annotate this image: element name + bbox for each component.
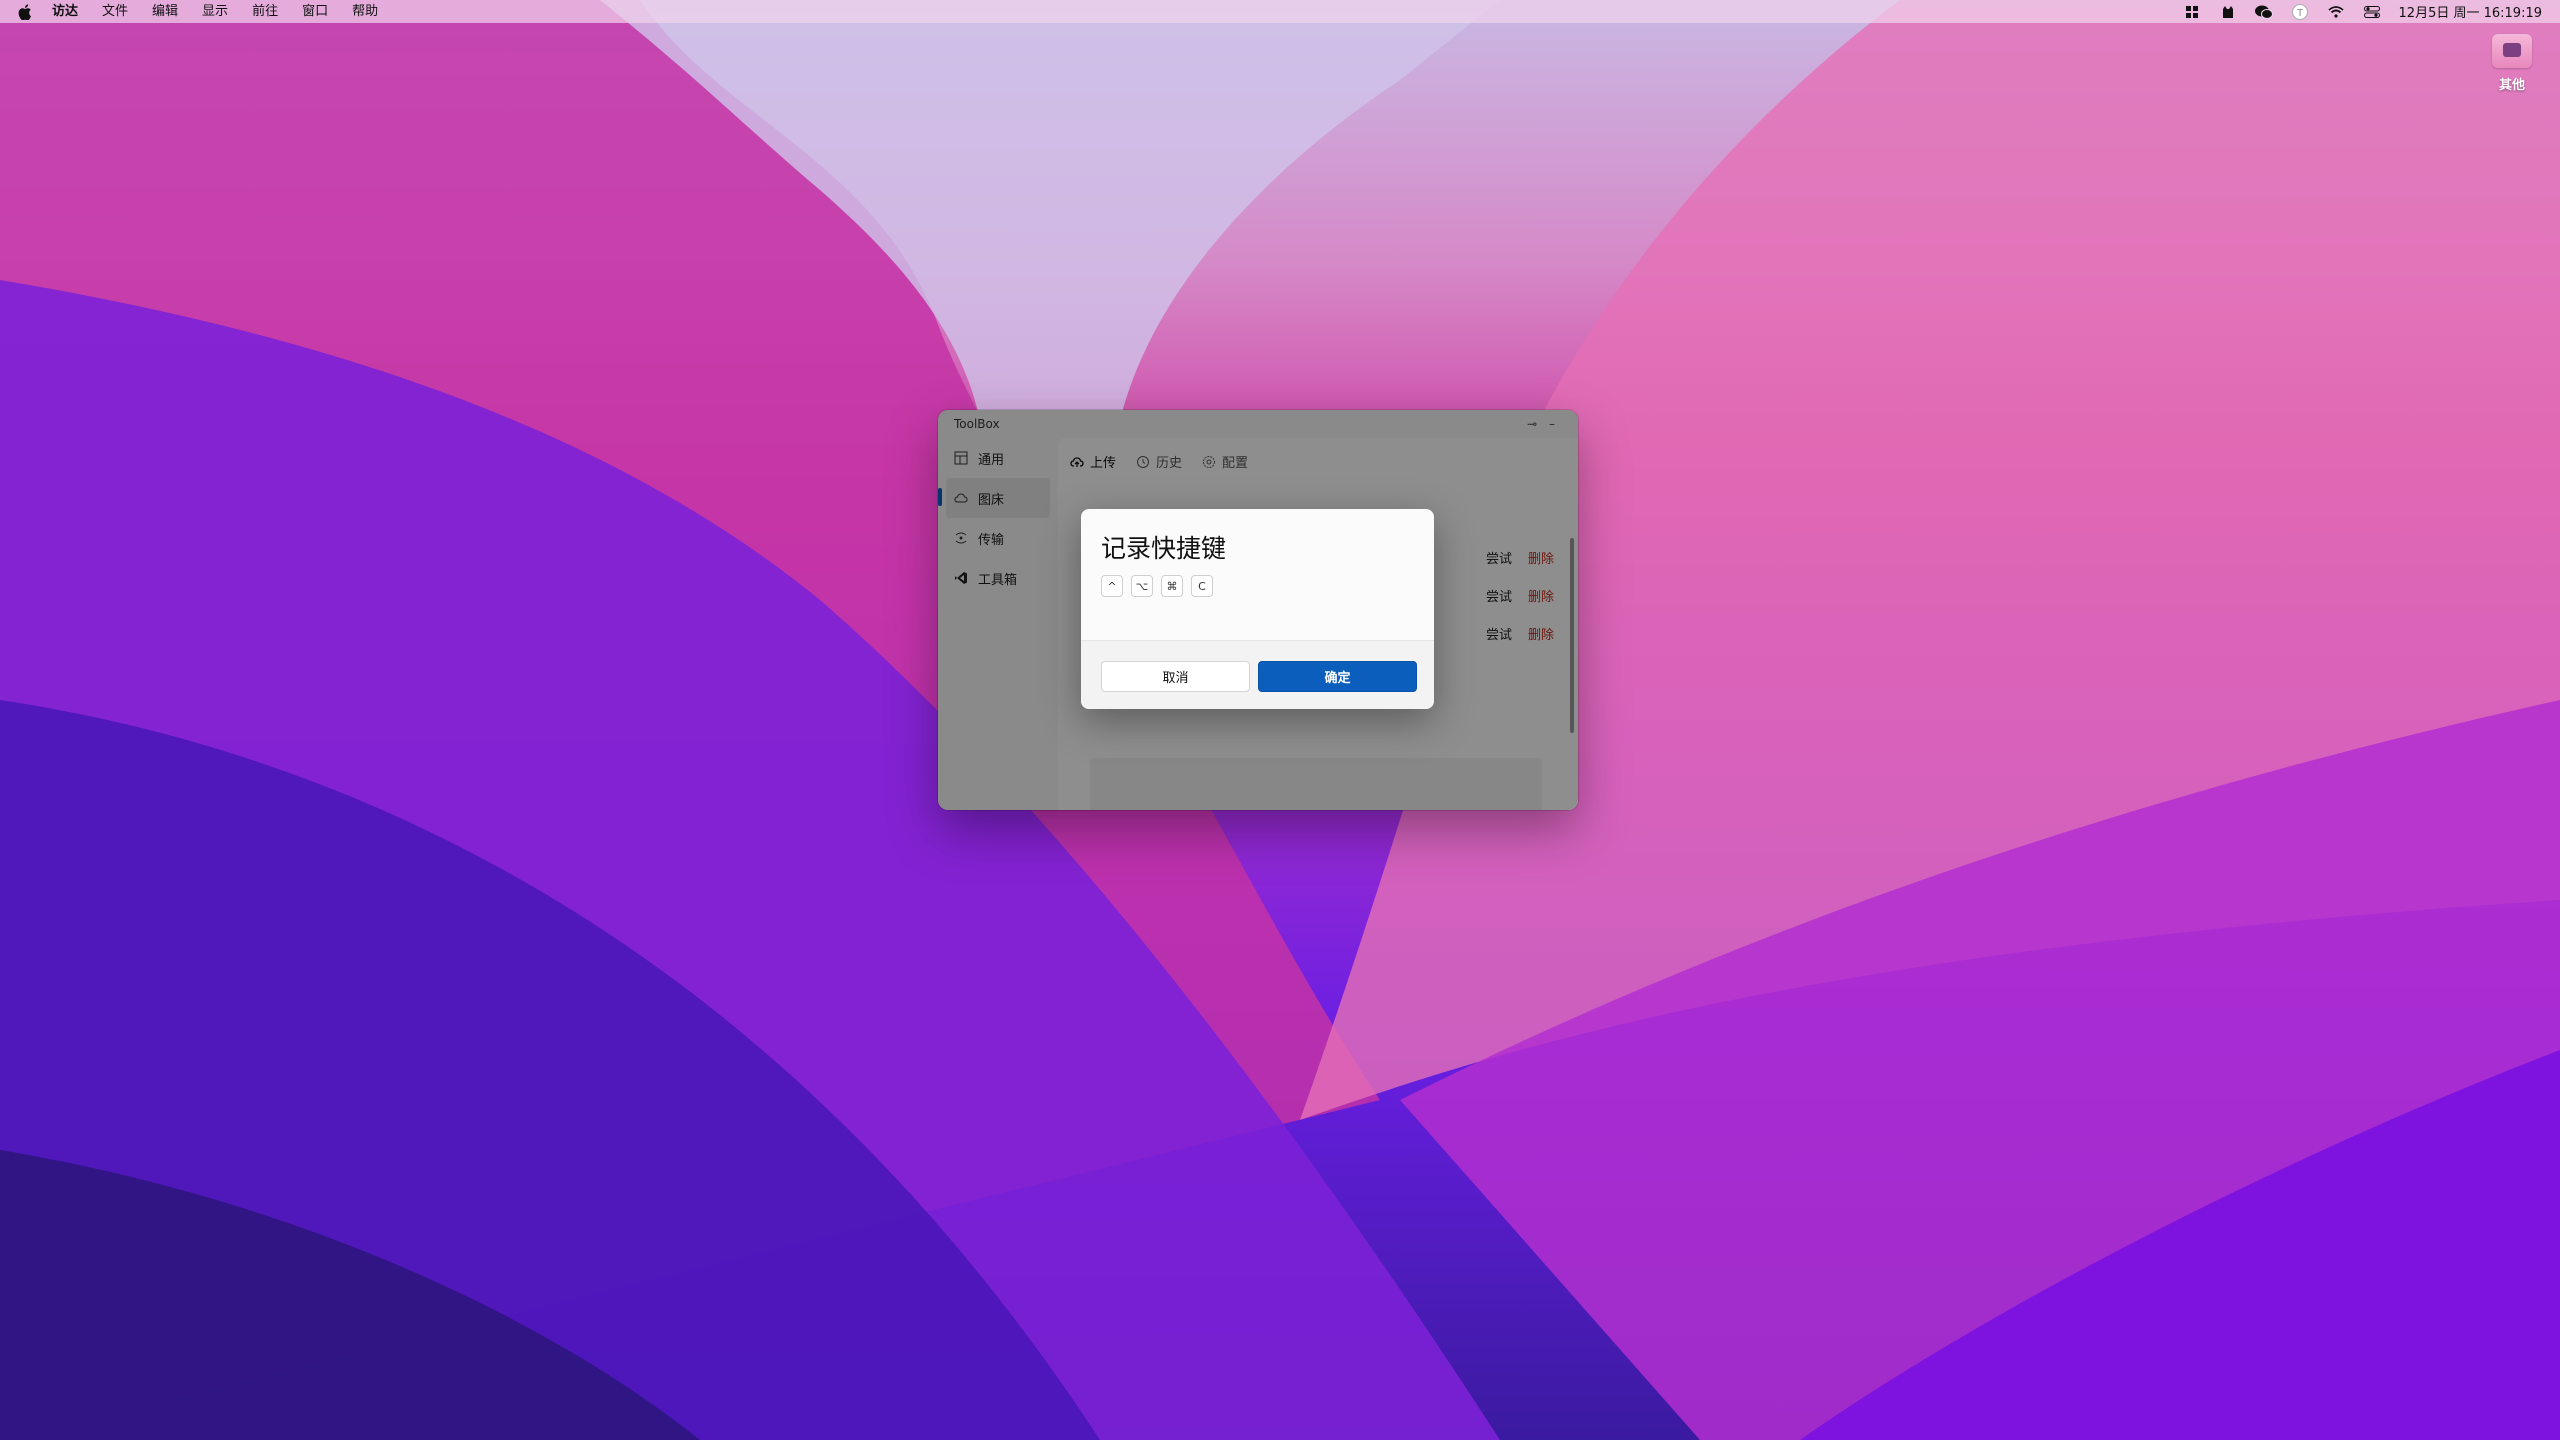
desktop-item-other[interactable]: 其他 [2482,34,2542,93]
dialog-footer: 取消 确定 [1081,640,1434,709]
key-command: ⌘ [1161,575,1183,597]
menu-edit[interactable]: 编辑 [140,0,190,23]
control-center-icon[interactable] [2363,4,2381,20]
wechat-icon[interactable] [2254,4,2273,20]
svg-text:T: T [2296,8,2302,19]
menu-bar: 访达 文件 编辑 显示 前往 窗口 帮助 T 12月5日 周一 16:19:19 [0,0,2560,23]
shortcut-keys: ^ ⌥ ⌘ C [1101,575,1213,597]
cat-icon[interactable] [2219,4,2237,20]
menu-app-name[interactable]: 访达 [40,0,90,23]
apple-logo-icon[interactable] [18,3,32,20]
menu-clock[interactable]: 12月5日 周一 16:19:19 [2399,2,2542,21]
menu-go[interactable]: 前往 [240,0,290,23]
key-option: ⌥ [1131,575,1153,597]
record-shortcut-dialog: 记录快捷键 ^ ⌥ ⌘ C 取消 确定 [1081,509,1434,709]
key-c: C [1191,575,1213,597]
dialog-title: 记录快捷键 [1101,534,1227,563]
key-control: ^ [1101,575,1123,597]
cancel-button[interactable]: 取消 [1101,661,1250,692]
desktop-item-label: 其他 [2498,78,2525,93]
grid-icon[interactable] [2183,4,2201,20]
menu-view[interactable]: 显示 [190,0,240,23]
menu-help[interactable]: 帮助 [340,0,390,23]
user-t-icon[interactable]: T [2291,3,2309,20]
menu-window[interactable]: 窗口 [290,0,340,23]
menu-file[interactable]: 文件 [90,0,140,23]
confirm-button[interactable]: 确定 [1258,661,1417,692]
folder-thumbnail [2492,34,2532,68]
wifi-icon[interactable] [2327,4,2345,20]
